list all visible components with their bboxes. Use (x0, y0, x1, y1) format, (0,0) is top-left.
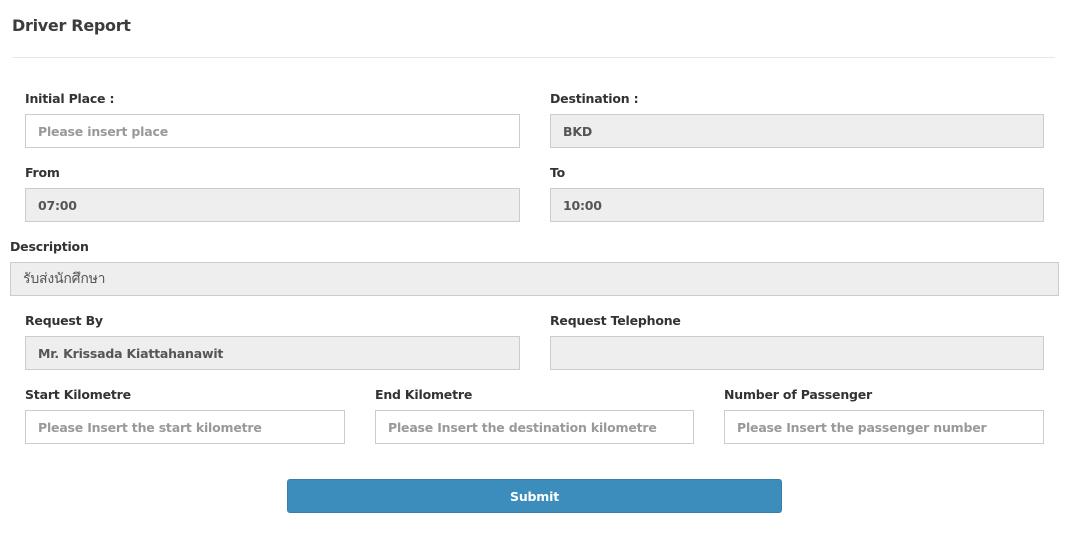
destination-field[interactable] (550, 114, 1044, 148)
from-label: From (25, 165, 60, 180)
from-time-field[interactable] (25, 188, 520, 222)
submit-button[interactable]: Submit (287, 479, 782, 513)
to-label: To (550, 165, 566, 180)
page-title: Driver Report (12, 16, 131, 35)
passenger-number-label: Number of Passenger (724, 387, 873, 402)
passenger-number-input[interactable] (724, 410, 1044, 444)
description-field[interactable] (10, 262, 1059, 296)
driver-report-page: Driver Report Initial Place : Destinatio… (0, 0, 1067, 533)
to-time-field[interactable] (550, 188, 1044, 222)
request-by-field[interactable] (25, 336, 520, 370)
initial-place-label: Initial Place : (25, 91, 115, 106)
header-divider (12, 57, 1055, 58)
end-kilometre-label: End Kilometre (375, 387, 473, 402)
initial-place-input[interactable] (25, 114, 520, 148)
request-by-label: Request By (25, 313, 103, 328)
request-telephone-label: Request Telephone (550, 313, 681, 328)
start-kilometre-input[interactable] (25, 410, 345, 444)
request-telephone-field[interactable] (550, 336, 1044, 370)
description-label: Description (10, 239, 89, 254)
destination-label: Destination : (550, 91, 639, 106)
start-kilometre-label: Start Kilometre (25, 387, 131, 402)
end-kilometre-input[interactable] (375, 410, 694, 444)
